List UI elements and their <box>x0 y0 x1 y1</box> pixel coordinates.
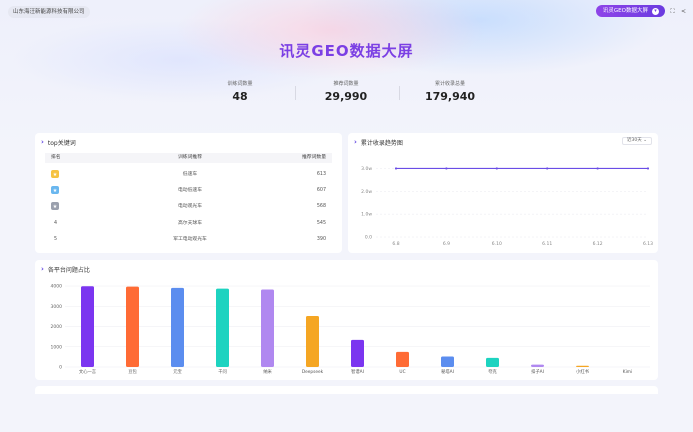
dashboard-selector[interactable]: 讯灵GEO数据大屏 ▾ <box>595 5 665 17</box>
keyword-name: 高尔夫球车 <box>178 221 202 226</box>
page-title: 讯灵GEO数据大屏 <box>279 42 414 60</box>
bar <box>126 286 139 367</box>
bar <box>306 316 319 367</box>
y-tick-label: 1.0w <box>361 212 372 218</box>
keyword-rank: 4 <box>54 221 58 226</box>
y-tick-label: 1000 <box>51 344 63 350</box>
share-icon[interactable]: < <box>680 8 687 15</box>
x-tick-label: Kimi <box>623 369 632 375</box>
bar <box>171 287 184 367</box>
bronze-medal-icon: ★ <box>51 202 59 210</box>
top-keywords-panel: › top关键词 排名 训练词推荐 推荐词数量 ★ 低速车 613 ★ 电动低速… <box>35 133 342 253</box>
bar <box>576 365 589 367</box>
x-tick-label: 6.11 <box>542 241 552 247</box>
x-tick-label: 千问 <box>218 368 227 375</box>
table-header: 排名 训练词推荐 推荐词数量 <box>45 153 332 163</box>
bar <box>351 339 364 367</box>
table-row[interactable]: ★ 低速车 613 <box>45 170 332 180</box>
y-tick-label: 0.0 <box>365 235 372 241</box>
stat-label: 训练词数量 <box>227 81 253 87</box>
bar <box>531 364 544 367</box>
bar <box>441 356 454 367</box>
keyword-name: 电动低速车 <box>178 188 202 193</box>
fullscreen-icon[interactable]: ⛶ <box>669 8 676 15</box>
keyword-count: 607 <box>316 188 326 193</box>
x-tick-label: 元宝 <box>173 368 182 375</box>
x-tick-label: 6.12 <box>593 241 603 247</box>
trend-line-chart: 0.0 1.0w 2.0w 3.0w 6.8 6.9 6.10 6.11 6.12 6.13 <box>361 166 653 247</box>
y-tick-label: 3.0w <box>361 166 372 172</box>
bar <box>261 289 274 367</box>
stat-training-words: 训练词数量 48 <box>190 80 290 103</box>
data-point <box>596 167 599 170</box>
data-point <box>394 167 398 170</box>
stat-value: 29,990 <box>324 90 368 103</box>
y-tick-label: 3000 <box>51 304 63 310</box>
company-name: 山东海汪新能源科技有限公司 <box>8 6 90 18</box>
stat-label: 累计收录总量 <box>434 81 465 87</box>
table-row[interactable]: ★ 电动低速车 607 <box>45 186 332 196</box>
x-tick-label: 扣子AI <box>531 368 544 375</box>
keyword-count: 613 <box>316 172 326 177</box>
x-tick-label: UC <box>399 369 405 375</box>
bar <box>216 288 229 367</box>
chevron-right-icon: › <box>41 138 44 146</box>
column-header-name: 训练词推荐 <box>178 155 202 160</box>
x-tick-label: 夸克 <box>488 368 497 375</box>
panel-header: › top关键词 <box>41 138 76 148</box>
dashboard-selector-label: 讯灵GEO数据大屏 <box>602 8 648 14</box>
x-tick-label: 智谱AI <box>351 368 364 375</box>
chevron-down-icon: ▾ <box>652 7 659 15</box>
data-point <box>546 167 549 170</box>
keyword-name: 军工电动观光车 <box>173 237 207 242</box>
data-point <box>445 167 448 170</box>
indexed-trend-panel: › 累计收录趋势图 近30天 ⌄ 0.0 1.0w 2.0w 3.0w 6.8 6.9 6.… <box>348 133 658 253</box>
stat-label: 推荐词数量 <box>333 81 359 87</box>
x-tick-label: 6.8 <box>392 241 399 247</box>
y-tick-label: 2.0w <box>361 189 372 195</box>
x-tick-label: 文心一言 <box>79 368 97 375</box>
stat-value: 179,940 <box>424 90 476 103</box>
bar <box>81 286 94 367</box>
x-tick-label: 6.9 <box>443 241 450 247</box>
x-tick-label: 秘塔AI <box>441 368 454 375</box>
keyword-rank: 5 <box>54 237 58 242</box>
keyword-count: 390 <box>316 237 326 242</box>
table-row[interactable]: 5 军工电动观光车 390 <box>45 235 332 245</box>
data-point <box>646 167 650 170</box>
keyword-name: 低速车 <box>182 172 198 177</box>
column-header-rank: 排名 <box>51 155 61 160</box>
y-tick-label: 0 <box>59 365 62 371</box>
panel-title: top关键词 <box>47 140 76 147</box>
next-panel-edge <box>35 386 658 394</box>
x-tick-label: 6.10 <box>492 241 502 247</box>
table-row[interactable]: ★ 电动观光车 568 <box>45 202 332 212</box>
bar <box>486 357 499 367</box>
platform-bar-chart: 0 1000 2000 3000 4000 文心一言 豆包 元宝 千问 纳米 Deepseek 智谱A… <box>51 284 650 375</box>
x-tick-label: 豆包 <box>128 368 137 375</box>
keyword-name: 电动观光车 <box>178 204 202 209</box>
stat-recommend-words: 推荐词数量 29,990 <box>296 80 396 103</box>
y-tick-label: 2000 <box>51 324 63 330</box>
bar <box>396 351 409 367</box>
keyword-count: 568 <box>316 204 326 209</box>
stat-total-indexed: 累计收录总量 179,940 <box>400 80 500 103</box>
x-tick-label: 小红书 <box>576 368 590 375</box>
column-header-count: 推荐词数量 <box>302 155 326 160</box>
table-row[interactable]: 4 高尔夫球车 545 <box>45 219 332 229</box>
stats-bar: 训练词数量 48 推荐词数量 29,990 累计收录总量 179,940 <box>190 80 503 104</box>
data-point <box>495 167 498 170</box>
silver-medal-icon: ★ <box>51 186 59 194</box>
gold-medal-icon: ★ <box>51 170 59 178</box>
stat-value: 48 <box>232 90 248 103</box>
hero-background <box>0 0 693 150</box>
y-tick-label: 4000 <box>51 284 63 290</box>
x-tick-label: Deepseek <box>302 369 324 375</box>
platform-share-panel: › 各平台问题占比 0 1000 2000 3000 4000 文心一言 豆包 元宝 千问 纳米 D… <box>35 260 658 380</box>
x-tick-label: 纳米 <box>263 368 272 375</box>
x-tick-label: 6.13 <box>643 241 653 247</box>
keyword-count: 545 <box>316 221 326 226</box>
top-right-controls: 讯灵GEO数据大屏 ▾ ⛶ < <box>595 5 687 17</box>
